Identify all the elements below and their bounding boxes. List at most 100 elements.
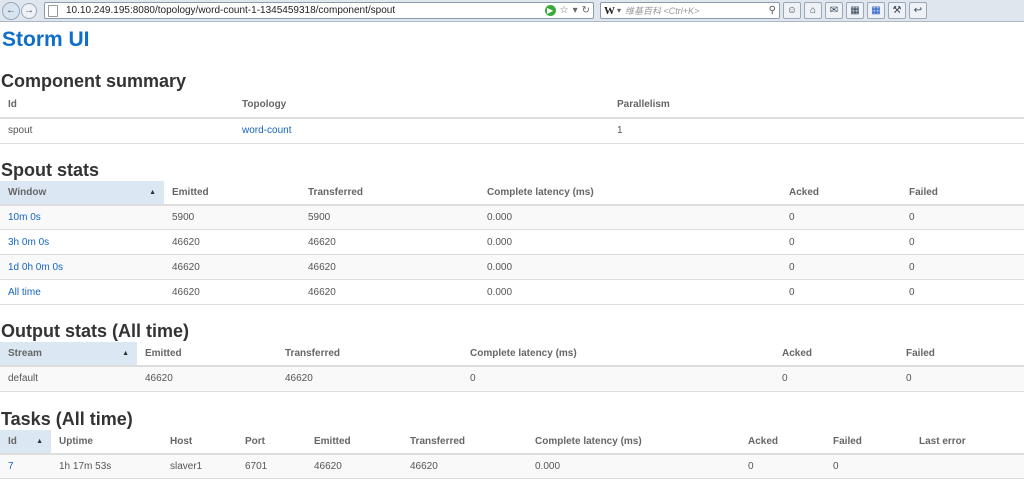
window-link[interactable]: 1d 0h 0m 0s (8, 262, 63, 273)
address-bar[interactable]: 10.10.249.195:8080/topology/word-count-1… (44, 2, 594, 19)
acked-value: 0 (781, 204, 901, 230)
tools-button[interactable]: ⚒ (888, 2, 906, 19)
sort-ascending-icon: ▲ (149, 188, 156, 196)
window-link[interactable]: 3h 0m 0s (8, 237, 49, 248)
column-header-window-label: Window (8, 186, 47, 198)
latency-value: 0.000 (479, 204, 781, 230)
mail-button[interactable]: ✉ (825, 2, 843, 19)
acked-value: 0 (774, 366, 898, 392)
column-header-acked[interactable]: Acked (774, 342, 898, 367)
failed-value: 0 (901, 229, 1024, 255)
table-row: 7 1h 17m 53s slaver1 6701 46620 46620 0.… (0, 453, 1024, 479)
emitted-value: 46620 (164, 229, 300, 255)
column-header-acked[interactable]: Acked (781, 180, 901, 206)
addon-button[interactable]: ☺ (783, 2, 801, 19)
column-header-uptime[interactable]: Uptime (51, 429, 162, 455)
page-title: Storm UI (2, 28, 90, 51)
column-header-emitted[interactable]: Emitted (164, 180, 300, 206)
column-header-transferred[interactable]: Transferred (402, 429, 527, 455)
column-header-stream[interactable]: Stream ▲ (0, 342, 137, 367)
latency-value: 0 (462, 366, 774, 392)
dropdown-icon[interactable]: ▾ (573, 5, 578, 16)
failed-value: 0 (901, 204, 1024, 230)
screenshot-button[interactable]: ▦ (846, 2, 864, 19)
table-row: 3h 0m 0s 46620 46620 0.000 0 0 (0, 229, 1024, 255)
search-box[interactable]: W ▾ 维基百科 <Ctrl+K> ⚲ (600, 2, 780, 19)
transferred-value: 46620 (300, 279, 479, 305)
transferred-value: 46620 (300, 254, 479, 280)
latency-value: 0.000 (527, 453, 740, 479)
column-header-failed[interactable]: Failed (901, 180, 1024, 206)
transferred-value: 5900 (300, 204, 479, 230)
task-id-cell: 7 (0, 453, 51, 479)
search-placeholder: 维基百科 <Ctrl+K> (625, 6, 700, 16)
column-header-failed[interactable]: Failed (898, 342, 1024, 367)
window-link[interactable]: 10m 0s (8, 212, 41, 223)
failed-value: 0 (901, 279, 1024, 305)
table-row: spout word-count 1 (0, 118, 1024, 144)
reload-icon[interactable]: ↻ (582, 5, 590, 16)
column-header-emitted[interactable]: Emitted (306, 429, 402, 455)
latency-value: 0.000 (479, 279, 781, 305)
forward-button[interactable]: → (21, 2, 37, 19)
column-header-stream-label: Stream (8, 348, 42, 359)
window-cell: All time (0, 279, 164, 305)
column-header-parallelism[interactable]: Parallelism (609, 92, 1024, 119)
url-text[interactable]: 10.10.249.195:8080/topology/word-count-1… (66, 5, 545, 16)
page-icon (48, 4, 58, 17)
topology-cell: word-count (234, 118, 609, 144)
home-button[interactable]: ⌂ (804, 2, 822, 19)
column-header-port[interactable]: Port (237, 429, 306, 455)
component-id: spout (0, 118, 234, 144)
table-row: default 46620 46620 0 0 0 (0, 366, 1024, 392)
table-row: All time 46620 46620 0.000 0 0 (0, 279, 1024, 305)
task-id-link[interactable]: 7 (8, 461, 14, 472)
emitted-value: 46620 (164, 254, 300, 280)
window-link-all-time[interactable]: All time (8, 287, 41, 298)
emitted-value: 5900 (164, 204, 300, 230)
column-header-complete-latency[interactable]: Complete latency (ms) (479, 180, 781, 206)
back-button[interactable]: ← (2, 1, 20, 20)
output-stats-heading: Output stats (All time) (1, 321, 189, 341)
home-icon: ⌂ (809, 5, 817, 16)
parallelism-value: 1 (609, 118, 1024, 144)
emitted-value: 46620 (164, 279, 300, 305)
emitted-value: 46620 (137, 366, 277, 392)
forward-arrow-icon: → (24, 5, 34, 16)
column-header-last-error[interactable]: Last error (911, 429, 1024, 455)
column-header-emitted[interactable]: Emitted (137, 342, 277, 367)
spout-stats-table: Window ▲ Emitted Transferred Complete lat… (0, 180, 1024, 305)
component-summary-table: Id Topology Parallelism spout word-count… (0, 92, 1024, 144)
column-header-complete-latency[interactable]: Complete latency (ms) (462, 342, 774, 367)
column-header-topology[interactable]: Topology (234, 92, 609, 119)
output-stats-table: Stream ▲ Emitted Transferred Complete lat… (0, 342, 1024, 392)
column-header-acked[interactable]: Acked (740, 429, 825, 455)
topology-link[interactable]: word-count (242, 125, 291, 136)
apps-button[interactable]: ▦ (867, 2, 885, 19)
share-icon: ↩ (913, 5, 923, 16)
engine-dropdown-icon[interactable]: ▾ (617, 6, 621, 15)
column-header-transferred[interactable]: Transferred (277, 342, 462, 367)
column-header-id[interactable]: Id (0, 92, 234, 119)
table-row: 1d 0h 0m 0s 46620 46620 0.000 0 0 (0, 254, 1024, 280)
column-header-host[interactable]: Host (162, 429, 237, 455)
star-icon[interactable]: ☆ (560, 5, 569, 16)
column-header-complete-latency[interactable]: Complete latency (ms) (527, 429, 740, 455)
share-button[interactable]: ↩ (909, 2, 927, 19)
search-icon[interactable]: ⚲ (769, 5, 776, 16)
acked-value: 0 (781, 229, 901, 255)
stream-value: default (0, 366, 137, 392)
latency-value: 0.000 (479, 229, 781, 255)
go-icon[interactable]: ▶ (544, 5, 556, 16)
column-header-id[interactable]: Id ▲ (0, 429, 51, 455)
browser-toolbar: ← → 10.10.249.195:8080/topology/word-cou… (0, 0, 1024, 22)
back-arrow-icon: ← (6, 5, 16, 16)
column-header-transferred[interactable]: Transferred (300, 180, 479, 206)
wrench-icon: ⚒ (892, 5, 902, 16)
failed-value: 0 (898, 366, 1024, 392)
acked-value: 0 (740, 453, 825, 479)
column-header-failed[interactable]: Failed (825, 429, 911, 455)
uptime-value: 1h 17m 53s (51, 453, 162, 479)
window-cell: 3h 0m 0s (0, 229, 164, 255)
column-header-window[interactable]: Window ▲ (0, 180, 164, 206)
